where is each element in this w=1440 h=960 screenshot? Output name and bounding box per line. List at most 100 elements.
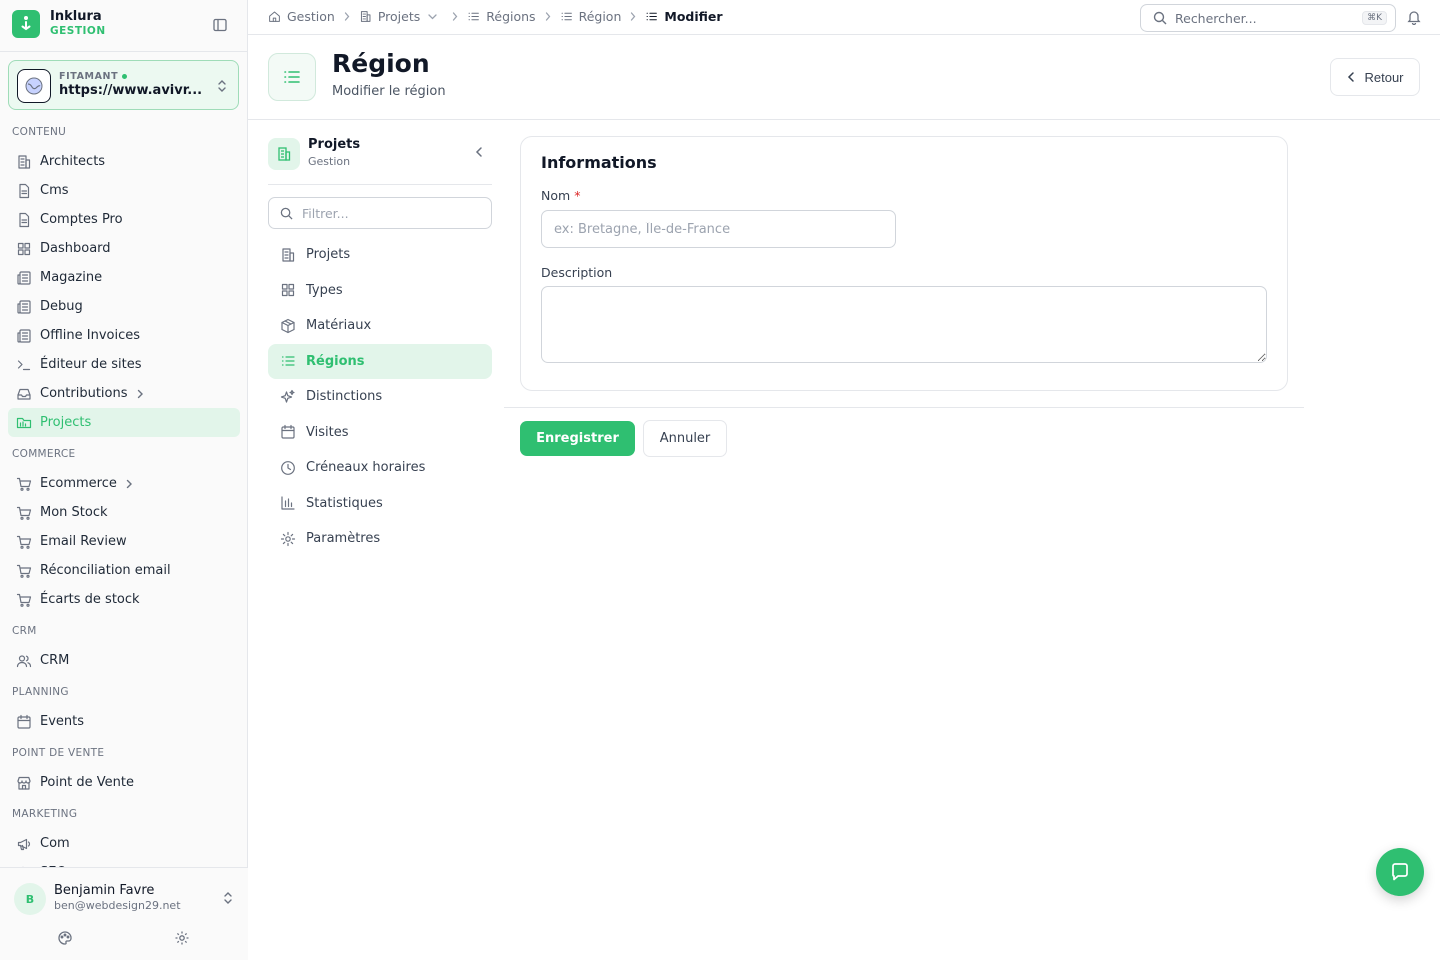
store-icon <box>16 775 32 791</box>
sidebar-item-label: Dashboard <box>40 241 111 256</box>
chevron-right-icon <box>630 12 636 21</box>
search-box[interactable]: Rechercher... ⌘K <box>1140 4 1396 32</box>
breadcrumb-label: Projets <box>377 9 421 24</box>
section-nav-item-projets[interactable]: Projets <box>268 237 492 273</box>
chevron-down-icon[interactable] <box>428 13 443 20</box>
sidebar-item-label: Debug <box>40 299 83 314</box>
avatar[interactable]: B <box>14 883 46 915</box>
newspaper-icon <box>16 299 32 315</box>
brand[interactable]: Inklura GESTION <box>12 10 106 38</box>
section-nav-item-visites[interactable]: Visites <box>268 415 492 451</box>
sidebar-item-label: Point de Vente <box>40 775 135 790</box>
divider <box>504 407 1304 408</box>
terminal-icon <box>16 357 32 373</box>
section-nav-item-distinctions[interactable]: Distinctions <box>268 379 492 415</box>
list-icon <box>645 10 664 23</box>
chevron-left-icon[interactable] <box>474 146 484 158</box>
sidebar-item-debug[interactable]: Debug <box>8 292 240 321</box>
list-icon <box>467 10 486 23</box>
clock-icon <box>280 460 296 476</box>
newspaper-icon <box>16 270 32 286</box>
section-nav-item-parametres[interactable]: Paramètres <box>268 521 492 557</box>
sidebar-item-label: Cms <box>40 183 69 198</box>
sidebar-item-label: Éditeur de sites <box>40 357 142 372</box>
description-textarea[interactable] <box>541 286 1267 363</box>
sidebar-item-comptes-pro[interactable]: Comptes Pro <box>8 205 240 234</box>
sidebar-item-magazine[interactable]: Magazine <box>8 263 240 292</box>
breadcrumb-label: Région <box>578 9 622 24</box>
inbox-icon <box>16 386 32 402</box>
back-button-label: Retour <box>1364 69 1404 85</box>
sidebar-item-crm[interactable]: CRM <box>8 646 240 675</box>
section-nav-list: Projets Types Matériaux Régions Distinctions… <box>268 237 492 557</box>
brand-subtitle: GESTION <box>50 25 106 37</box>
save-button[interactable]: Enregistrer <box>520 421 635 456</box>
sidebar-item-label: Magazine <box>40 270 103 285</box>
sidebar-item-dashboard[interactable]: Dashboard <box>8 234 240 263</box>
building-icon <box>280 247 296 263</box>
breadcrumb-label: Modifier <box>664 9 723 24</box>
breadcrumb-label: Gestion <box>287 9 335 24</box>
filter-placeholder: Filtrer... <box>302 205 349 221</box>
filter-input[interactable]: Filtrer... <box>268 197 492 229</box>
required-marker: * <box>574 188 581 203</box>
section-nav-label: Statistiques <box>306 495 383 511</box>
brand-name: Inklura <box>50 9 102 24</box>
sidebar-item-label: Mon Stock <box>40 505 108 520</box>
section-nav-item-creneaux-horaires[interactable]: Créneaux horaires <box>268 450 492 486</box>
nav-section-point-de-vente: POINT DE VENTE <box>12 747 105 759</box>
search-icon <box>1153 11 1167 25</box>
building-icon <box>359 10 378 23</box>
breadcrumb-item-gestion[interactable]: Gestion <box>268 9 335 24</box>
sidebar-item-offline-invoices[interactable]: Offline Invoices <box>8 321 240 350</box>
sidebar-item-contributions[interactable]: Contributions <box>8 379 240 408</box>
section-nav-item-types[interactable]: Types <box>268 273 492 309</box>
sidebar-item-reconciliation-email[interactable]: Réconciliation email <box>8 556 240 585</box>
folder-icon <box>16 415 32 431</box>
sidebar-item-label: Réconciliation email <box>40 563 171 578</box>
sidebar-item-mon-stock[interactable]: Mon Stock <box>8 498 240 527</box>
sidebar-item-architects[interactable]: Architects <box>8 147 240 176</box>
newspaper-icon <box>16 328 32 344</box>
cart-icon <box>16 563 32 579</box>
breadcrumb-item-region[interactable]: Région <box>560 9 622 24</box>
sidebar-item-point-de-vente[interactable]: Point de Vente <box>8 768 240 797</box>
tenant-switcher[interactable]: FITAMANT https://www.avivr... <box>8 60 239 110</box>
list-icon <box>280 353 296 369</box>
user-email: ben@webdesign29.net <box>54 899 181 912</box>
cart-icon <box>16 534 32 550</box>
sidebar-item-label: Architects <box>40 154 106 169</box>
home-icon <box>268 10 287 23</box>
sidebar-item-ecommerce[interactable]: Ecommerce <box>8 469 240 498</box>
sidebar: Inklura GESTION FITAMANT https://www.avi… <box>0 0 248 960</box>
sidebar-item-projects[interactable]: Projects <box>8 408 240 437</box>
section-nav-item-materiaux[interactable]: Matériaux <box>268 308 492 344</box>
topbar: Gestion Projets Régions Région Modifier Rech… <box>248 0 1440 35</box>
breadcrumb-item-regions[interactable]: Régions <box>467 9 536 24</box>
gear-icon[interactable] <box>174 930 190 946</box>
sidebar-item-com[interactable]: Com <box>8 829 240 858</box>
sidebar-item-events[interactable]: Events <box>8 707 240 736</box>
bell-icon[interactable] <box>1406 9 1422 25</box>
section-nav-label: Types <box>306 282 343 298</box>
cancel-button[interactable]: Annuler <box>643 420 727 457</box>
section-nav-item-statistiques[interactable]: Statistiques <box>268 486 492 522</box>
palette-icon[interactable] <box>57 930 73 946</box>
chat-button[interactable] <box>1376 848 1424 896</box>
breadcrumb-item-projets[interactable]: Projets <box>359 9 443 24</box>
section-nav-label: Paramètres <box>306 531 381 547</box>
section-nav-label: Créneaux horaires <box>306 460 426 476</box>
bar-chart-icon <box>280 495 296 511</box>
sidebar-item-label: Offline Invoices <box>40 328 141 343</box>
back-button[interactable]: Retour <box>1330 58 1420 96</box>
sidebar-item-email-review[interactable]: Email Review <box>8 527 240 556</box>
section-nav-item-regions[interactable]: Régions <box>268 343 492 379</box>
section-nav-header: Projets Gestion <box>268 130 492 185</box>
chevron-updown-icon[interactable] <box>222 890 234 906</box>
name-input[interactable] <box>541 210 896 248</box>
grid-icon <box>16 241 32 257</box>
sidebar-item-cms[interactable]: Cms <box>8 176 240 205</box>
sidebar-toggle-icon[interactable] <box>212 17 230 35</box>
sidebar-item-editeur-de-sites[interactable]: Éditeur de sites <box>8 350 240 379</box>
sidebar-item-ecarts-de-stock[interactable]: Écarts de stock <box>8 585 240 614</box>
